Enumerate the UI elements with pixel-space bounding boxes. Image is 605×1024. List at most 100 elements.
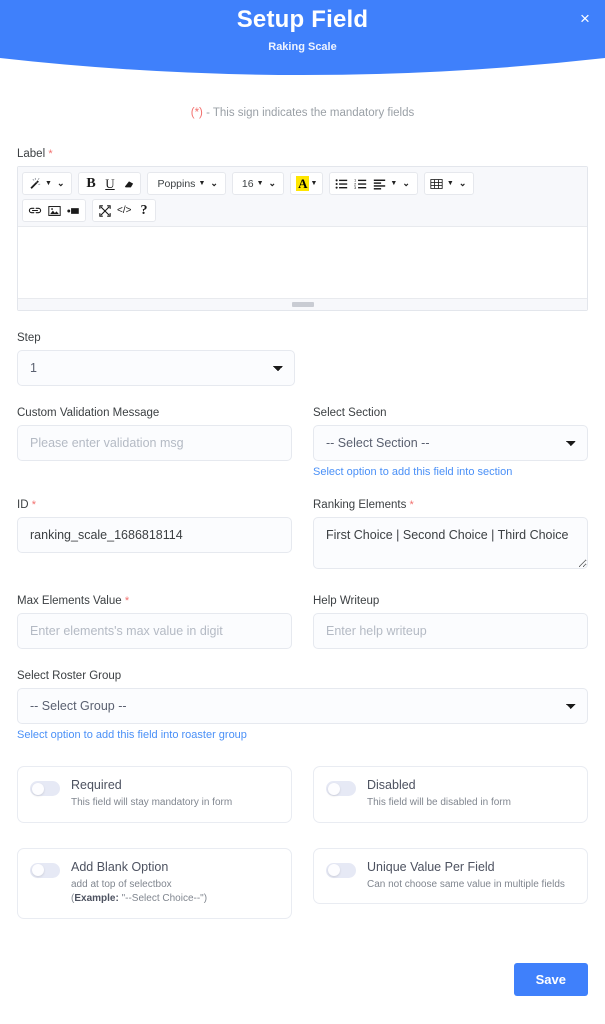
roster-group-label: Select Roster Group [17,670,122,682]
add-blank-option-example-value: "--Select Choice--") [118,893,208,904]
bold-icon[interactable]: B [81,173,100,194]
code-view-icon[interactable]: </> [114,200,134,221]
custom-validation-group: Custom Validation Message [17,407,292,478]
font-family-more-icon[interactable]: ⌄ [208,178,223,189]
unordered-list-icon[interactable] [332,173,351,194]
select-section-label: Select Section [313,407,387,419]
save-button[interactable]: Save [513,962,588,996]
style-caret-icon[interactable]: ▼ [44,180,55,187]
ordered-list-icon[interactable]: 1 2 3 [351,173,370,194]
editor-content-area[interactable] [18,227,587,299]
roster-group-select[interactable]: -- Select Group -- [17,688,588,724]
id-input[interactable] [17,517,292,553]
unique-value-desc: Can not choose same value in multiple fi… [367,878,565,890]
toggle-knob [327,782,340,795]
disabled-toggle-card[interactable]: Disabled This field will be disabled in … [313,766,588,823]
table-more-icon[interactable]: ⌄ [457,178,472,189]
ranking-elements-group: Ranking Elements * First Choice | Second… [313,499,588,574]
disabled-toggle[interactable] [326,781,356,796]
eraser-icon[interactable] [119,173,138,194]
underline-icon[interactable]: U [100,173,119,194]
unique-value-title: Unique Value Per Field [367,859,495,874]
step-label: Step [17,332,41,344]
ranking-elements-textarea[interactable]: First Choice | Second Choice | Third Cho… [313,517,588,569]
help-icon[interactable]: ? [134,200,153,221]
label-field-label-text: Label [17,148,46,160]
font-size-more-icon[interactable]: ⌄ [267,178,282,189]
required-asterisk: * [124,595,130,607]
ranking-elements-label: Ranking Elements * [313,499,588,511]
font-family-dropdown[interactable]: Poppins ▼ ⌄ [147,172,226,195]
modal-footer: Save [17,962,588,1016]
mandatory-marker: (*) [190,107,203,119]
insert-group [22,199,86,222]
view-group: </> ? [92,199,157,222]
select-section-group: Select Section -- Select Section -- Sele… [313,407,588,478]
editor-toolbar: ▼ ⌄ B U Poppins ▼ ⌄ 16 ▼ ⌄ A ▼ 1 2 3 ▼ ⌄… [18,167,587,227]
add-blank-option-title: Add Blank Option [71,859,169,874]
editor-toolbar-row-1: ▼ ⌄ B U Poppins ▼ ⌄ 16 ▼ ⌄ A ▼ 1 2 3 ▼ ⌄… [22,172,583,195]
required-toggle[interactable] [30,781,60,796]
unique-value-card[interactable]: Unique Value Per Field Can not choose sa… [313,847,588,904]
font-size-dropdown[interactable]: 16 ▼ ⌄ [231,172,285,195]
fullscreen-icon[interactable] [95,200,114,221]
roster-group-field: Select Roster Group -- Select Group -- S… [17,670,588,741]
disabled-desc: This field will be disabled in form [367,797,511,808]
magic-wand-icon[interactable] [25,173,44,194]
font-size-caret-icon[interactable]: ▼ [256,180,267,187]
unique-value-toggle[interactable] [326,862,356,878]
required-asterisk: * [409,499,414,511]
required-asterisk: * [48,148,53,160]
disabled-title: Disabled [367,778,416,792]
required-card-text: Required This field will stay mandatory … [71,778,232,811]
step-field-group: Step 1 [17,332,295,386]
table-caret-icon[interactable]: ▼ [446,180,457,187]
max-elements-group: Max Elements Value * [17,595,292,649]
setup-field-modal: Setup Field Raking Scale × (*) - This si… [0,0,605,1024]
align-caret-icon[interactable]: ▼ [389,180,400,187]
step-select[interactable]: 1 [17,350,295,386]
svg-text:3: 3 [354,185,357,190]
max-help-row: Max Elements Value * Help Writeup [17,595,588,649]
add-blank-option-toggle[interactable] [30,862,60,878]
roster-group-hint: Select option to add this field into roa… [17,729,247,741]
max-elements-input[interactable] [17,613,292,649]
select-section-hint: Select option to add this field into sec… [313,466,513,478]
style-more-icon[interactable]: ⌄ [55,178,70,189]
add-blank-option-text: Add Blank Option add at top of selectbox… [71,860,207,907]
label-field-group: Label * ▼ ⌄ B U Poppins ▼ ⌄ 16 ▼ ⌄ A ▼ 1… [17,148,588,311]
required-desc: This field will stay mandatory in form [71,797,233,808]
toggle-knob [31,782,44,795]
page-title: Setup Field [236,6,369,33]
id-field-group: ID * [17,499,292,574]
help-writeup-label: Help Writeup [313,595,380,607]
text-color-caret-icon[interactable]: ▼ [309,180,320,187]
id-ranking-row: ID * Ranking Elements * First Choice | S… [17,499,588,574]
toggle-knob [327,864,340,876]
font-family-value: Poppins [157,177,196,190]
align-icon[interactable] [370,173,389,194]
validation-section-row: Custom Validation Message Select Section… [17,407,588,478]
text-color-group: A ▼ [290,172,324,195]
mandatory-note-text: - This sign indicates the mandatory fiel… [202,107,415,119]
max-elements-label: Max Elements Value * [17,595,292,607]
modal-body: (*) - This sign indicates the mandatory … [0,107,605,1016]
font-family-caret-icon[interactable]: ▼ [197,180,208,187]
mandatory-fields-note: (*) - This sign indicates the mandatory … [17,107,588,119]
add-blank-option-card[interactable]: Add Blank Option add at top of selectbox… [17,847,292,919]
link-icon[interactable] [25,200,45,221]
align-more-icon[interactable]: ⌄ [400,178,415,189]
select-section-select[interactable]: -- Select Section -- [313,425,588,461]
close-icon[interactable]: × [574,8,596,30]
editor-resize-footer [18,299,587,310]
editor-toolbar-row-2: </> ? [22,199,583,222]
help-writeup-input[interactable] [313,613,588,649]
custom-validation-input[interactable] [17,425,292,461]
video-icon[interactable] [64,200,83,221]
required-toggle-card[interactable]: Required This field will stay mandatory … [17,766,292,823]
required-asterisk: * [31,499,36,511]
image-icon[interactable] [45,200,64,221]
table-icon[interactable] [427,173,446,194]
editor-resize-handle[interactable] [291,302,314,307]
text-color-icon[interactable]: A [296,176,310,191]
